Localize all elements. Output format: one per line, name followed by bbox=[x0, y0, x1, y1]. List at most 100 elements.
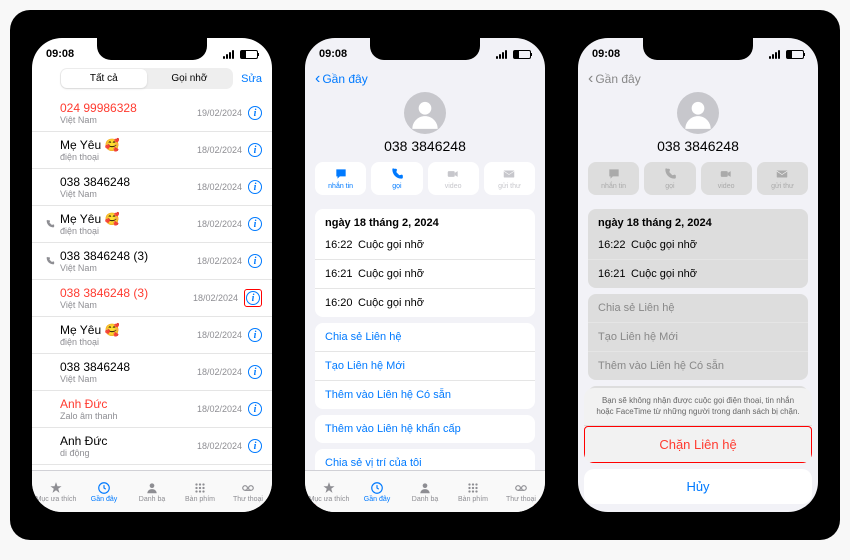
link-item[interactable]: Thêm vào Liên hệ Có sẵn bbox=[588, 352, 808, 380]
status-time: 09:08 bbox=[592, 48, 620, 60]
status-right bbox=[769, 50, 804, 59]
chevron-left-icon: ‹ bbox=[588, 70, 593, 88]
info-button[interactable]: i bbox=[248, 439, 262, 453]
tab-star[interactable]: Mục ưa thích bbox=[32, 471, 80, 512]
tab-keypad[interactable]: Bàn phím bbox=[176, 471, 224, 512]
phone-confirm: 09:08 ‹Gần đây 038 3846248 nhắn tingọivi… bbox=[568, 28, 828, 522]
segment-all[interactable]: Tất cả bbox=[61, 69, 147, 88]
log-date: ngày 18 tháng 2, 2024 bbox=[315, 209, 535, 231]
call-date: 18/02/2024 bbox=[197, 404, 242, 414]
action-call[interactable]: gọi bbox=[644, 162, 695, 195]
outgoing-icon bbox=[42, 219, 58, 229]
info-button[interactable]: i bbox=[248, 402, 262, 416]
status-right bbox=[496, 50, 531, 59]
call-name: Mẹ Yêu 🥰 bbox=[60, 323, 197, 337]
outgoing-icon bbox=[42, 256, 58, 266]
call-row[interactable]: 038 3846248Việt Nam 18/02/2024 i bbox=[32, 169, 272, 206]
tab-vm[interactable]: Thư thoại bbox=[224, 471, 272, 512]
call-date: 18/02/2024 bbox=[197, 145, 242, 155]
tab-person[interactable]: Danh bạ bbox=[401, 471, 449, 512]
call-sub: Việt Nam bbox=[60, 115, 197, 125]
call-row[interactable]: 038 3846248 (3)Việt Nam 18/02/2024 i bbox=[32, 280, 272, 317]
info-button[interactable]: i bbox=[248, 328, 262, 342]
tab-star[interactable]: Mục ưa thích bbox=[305, 471, 353, 512]
link-item[interactable]: Chia sẻ Liên hệ bbox=[588, 294, 808, 323]
call-date: 18/02/2024 bbox=[197, 441, 242, 451]
call-name: Mẹ Yêu 🥰 bbox=[60, 212, 197, 226]
call-row[interactable]: 024 99986328Việt Nam 19/02/2024 i bbox=[32, 95, 272, 132]
call-log-card: ngày 18 tháng 2, 2024 16:22 Cuộc gọi nhỡ… bbox=[588, 209, 808, 288]
tab-person[interactable]: Danh bạ bbox=[128, 471, 176, 512]
notch bbox=[97, 38, 207, 60]
action-video: video bbox=[701, 162, 752, 195]
call-name: Anh Đức bbox=[60, 397, 197, 411]
edit-button[interactable]: Sửa bbox=[241, 73, 262, 85]
status-time: 09:08 bbox=[319, 48, 347, 60]
call-date: 19/02/2024 bbox=[197, 108, 242, 118]
segment-missed[interactable]: Gọi nhỡ bbox=[147, 69, 233, 88]
tab-vm[interactable]: Thư thoại bbox=[497, 471, 545, 512]
log-entry: 16:21 Cuộc gọi nhỡ bbox=[588, 260, 808, 288]
call-sub: Việt Nam bbox=[60, 263, 197, 273]
call-row[interactable]: 038 3846248 (3)Việt Nam 18/02/2024 i bbox=[32, 243, 272, 280]
call-row[interactable]: Mẹ Yêu 🥰điện thoại 18/02/2024 i bbox=[32, 206, 272, 243]
call-row[interactable]: 038 3846248Việt Nam 18/02/2024 i bbox=[32, 465, 272, 467]
link-item[interactable]: Chia sẻ Liên hệ bbox=[315, 323, 535, 352]
call-sub: điện thoại bbox=[60, 337, 197, 347]
contact-links-card: Chia sẻ Liên hệTạo Liên hệ MớiThêm vào L… bbox=[315, 323, 535, 409]
call-list[interactable]: 024 99986328Việt Nam 19/02/2024 i Mẹ Yêu… bbox=[32, 95, 272, 467]
action-call[interactable]: gọi bbox=[371, 162, 422, 195]
link-item[interactable]: Tạo Liên hệ Mới bbox=[315, 352, 535, 381]
call-log-card: ngày 18 tháng 2, 2024 16:22 Cuộc gọi nhỡ… bbox=[315, 209, 535, 317]
action-mail: gửi thư bbox=[484, 162, 535, 195]
log-entry: 16:21 Cuộc gọi nhỡ bbox=[315, 260, 535, 289]
notch bbox=[643, 38, 753, 60]
link-item[interactable]: Tạo Liên hệ Mới bbox=[588, 323, 808, 352]
confirm-block-button[interactable]: Chặn Liên hệ bbox=[584, 426, 812, 463]
info-button[interactable]: i bbox=[248, 180, 262, 194]
action-msg[interactable]: nhắn tin bbox=[315, 162, 366, 195]
link-item[interactable]: Thêm vào Liên hệ khẩn cấp bbox=[315, 415, 535, 443]
segment-control[interactable]: Tất cả Gọi nhỡ bbox=[60, 68, 233, 89]
segment-bar: Tất cả Gọi nhỡ Sửa bbox=[32, 66, 272, 95]
action-buttons: nhắn tingọivideogửi thư bbox=[305, 162, 545, 203]
phone-recents: 09:08 Tất cả Gọi nhỡ Sửa 024 99986328Việ… bbox=[22, 28, 282, 522]
info-button[interactable]: i bbox=[248, 254, 262, 268]
info-button[interactable]: i bbox=[248, 365, 262, 379]
action-sheet: Bạn sẽ không nhận được cuộc gọi điện tho… bbox=[584, 388, 812, 504]
call-date: 18/02/2024 bbox=[197, 330, 242, 340]
status-right bbox=[223, 50, 258, 59]
info-button[interactable]: i bbox=[248, 217, 262, 231]
call-row[interactable]: Anh ĐứcZalo âm thanh 18/02/2024 i bbox=[32, 391, 272, 428]
info-button[interactable]: i bbox=[248, 143, 262, 157]
call-date: 18/02/2024 bbox=[197, 219, 242, 229]
contact-name: 038 3846248 bbox=[305, 138, 545, 154]
call-name: 038 3846248 bbox=[60, 360, 197, 374]
log-entry: 16:22 Cuộc gọi nhỡ bbox=[315, 231, 535, 260]
back-button[interactable]: ‹Gần đây bbox=[315, 70, 368, 88]
call-row[interactable]: Mẹ Yêu 🥰điện thoại 18/02/2024 i bbox=[32, 317, 272, 354]
call-sub: Việt Nam bbox=[60, 189, 197, 199]
status-time: 09:08 bbox=[46, 48, 74, 60]
cancel-button[interactable]: Hủy bbox=[584, 469, 812, 504]
call-row[interactable]: 038 3846248Việt Nam 18/02/2024 i bbox=[32, 354, 272, 391]
call-row[interactable]: Anh Đứcdi động 18/02/2024 i bbox=[32, 428, 272, 465]
tab-keypad[interactable]: Bàn phím bbox=[449, 471, 497, 512]
sheet-message: Bạn sẽ không nhận được cuộc gọi điện tho… bbox=[584, 388, 812, 426]
tab-clock[interactable]: Gần đây bbox=[80, 471, 128, 512]
call-sub: điện thoại bbox=[60, 152, 197, 162]
action-msg[interactable]: nhắn tin bbox=[588, 162, 639, 195]
phone-detail: 09:08 ‹Gần đây 038 3846248 nhắn tingọivi… bbox=[295, 28, 555, 522]
info-button[interactable]: i bbox=[248, 106, 262, 120]
contact-name: 038 3846248 bbox=[578, 138, 818, 154]
call-sub: Zalo âm thanh bbox=[60, 411, 197, 421]
call-name: 024 99986328 bbox=[60, 101, 197, 115]
call-date: 18/02/2024 bbox=[197, 256, 242, 266]
link-item[interactable]: Thêm vào Liên hệ Có sẵn bbox=[315, 381, 535, 409]
log-entry: 16:22 Cuộc gọi nhỡ bbox=[588, 231, 808, 260]
info-button[interactable]: i bbox=[244, 289, 262, 307]
call-row[interactable]: Mẹ Yêu 🥰điện thoại 18/02/2024 i bbox=[32, 132, 272, 169]
back-button: ‹Gần đây bbox=[588, 70, 641, 88]
tab-clock[interactable]: Gần đây bbox=[353, 471, 401, 512]
tab-bar: Mục ưa thíchGần đâyDanh bạBàn phímThư th… bbox=[305, 470, 545, 512]
